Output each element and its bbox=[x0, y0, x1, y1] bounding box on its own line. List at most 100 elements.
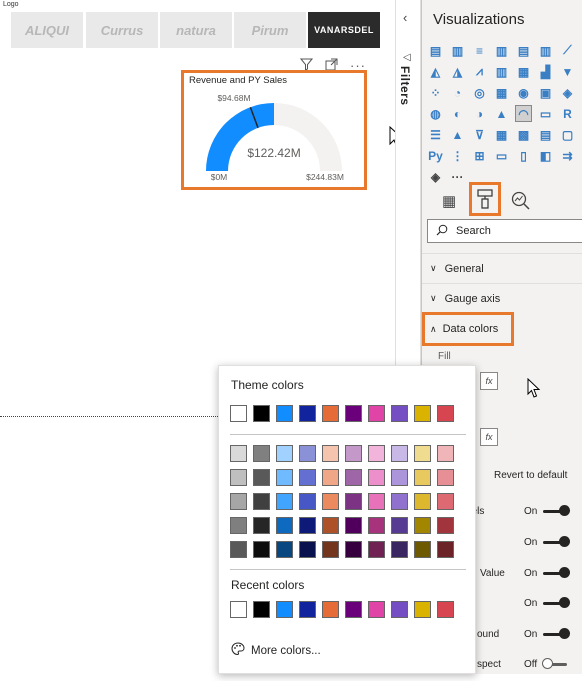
stacked-area-icon[interactable]: ◮ bbox=[449, 63, 466, 80]
theme-color-swatch[interactable] bbox=[253, 405, 270, 422]
shade-color-swatch[interactable] bbox=[276, 517, 293, 534]
multi-row-card-icon[interactable]: ☰ bbox=[427, 126, 444, 143]
shade-color-swatch[interactable] bbox=[414, 517, 431, 534]
recent-color-swatch[interactable] bbox=[276, 601, 293, 618]
toggle-knob[interactable] bbox=[542, 658, 553, 669]
shade-color-swatch[interactable] bbox=[414, 541, 431, 558]
shade-color-swatch[interactable] bbox=[345, 493, 362, 510]
line-clustered-column-icon[interactable]: ▥ bbox=[493, 63, 510, 80]
gauge-icon[interactable]: ◠ bbox=[515, 105, 532, 122]
shade-color-swatch[interactable] bbox=[322, 445, 339, 462]
theme-color-swatch[interactable] bbox=[391, 405, 408, 422]
toggle-knob[interactable] bbox=[559, 597, 570, 608]
shade-color-swatch[interactable] bbox=[391, 517, 408, 534]
filters-label[interactable]: Filters bbox=[398, 66, 412, 106]
shade-color-swatch[interactable] bbox=[253, 445, 270, 462]
shade-color-swatch[interactable] bbox=[230, 517, 247, 534]
fx-button[interactable]: fx bbox=[480, 372, 498, 390]
shade-color-swatch[interactable] bbox=[230, 541, 247, 558]
shade-color-swatch[interactable] bbox=[368, 493, 385, 510]
shade-color-swatch[interactable] bbox=[391, 469, 408, 486]
recent-color-swatch[interactable] bbox=[253, 601, 270, 618]
100-stacked-bar-icon[interactable]: ▤ bbox=[515, 42, 532, 59]
kpi-icon[interactable]: ▲ bbox=[449, 126, 466, 143]
shade-color-swatch[interactable] bbox=[437, 445, 454, 462]
shade-color-swatch[interactable] bbox=[437, 493, 454, 510]
filters-expand-icon[interactable]: ◁ bbox=[403, 52, 411, 63]
filled-map-icon[interactable]: ▣ bbox=[537, 84, 554, 101]
ribbon-chart-icon[interactable]: ▦ bbox=[515, 63, 532, 80]
scatter-chart-icon[interactable]: ⁘ bbox=[427, 84, 444, 101]
100-stacked-column-icon[interactable]: ▥ bbox=[537, 42, 554, 59]
toggle-knob[interactable] bbox=[559, 628, 570, 639]
stacked-bar-icon[interactable]: ▤ bbox=[427, 42, 444, 59]
shade-color-swatch[interactable] bbox=[230, 445, 247, 462]
shade-color-swatch[interactable] bbox=[391, 493, 408, 510]
shade-color-swatch[interactable] bbox=[414, 493, 431, 510]
clustered-column-icon[interactable]: ▥ bbox=[493, 42, 510, 59]
recent-color-swatch[interactable] bbox=[345, 601, 362, 618]
shade-color-swatch[interactable] bbox=[391, 445, 408, 462]
shade-color-swatch[interactable] bbox=[253, 517, 270, 534]
recent-color-swatch[interactable] bbox=[391, 601, 408, 618]
custom-visual-icon[interactable]: ▢ bbox=[559, 126, 576, 143]
funnel-icon[interactable]: ▼ bbox=[559, 63, 576, 80]
shade-color-swatch[interactable] bbox=[276, 493, 293, 510]
more-visuals-icon[interactable]: ··· bbox=[449, 168, 466, 185]
clustered-bar-icon[interactable]: ≡ bbox=[471, 42, 488, 59]
recent-color-swatch[interactable] bbox=[368, 601, 385, 618]
shade-color-swatch[interactable] bbox=[368, 469, 385, 486]
shade-color-swatch[interactable] bbox=[299, 445, 316, 462]
decomposition-tree-icon[interactable]: ⊞ bbox=[471, 147, 488, 164]
theme-color-swatch[interactable] bbox=[345, 405, 362, 422]
bing-map-icon[interactable]: ◑ bbox=[471, 105, 488, 122]
section-data-colors[interactable]: ∧ Data colors bbox=[422, 312, 514, 346]
shade-color-swatch[interactable] bbox=[368, 445, 385, 462]
format-tab-icon[interactable] bbox=[469, 182, 501, 216]
key-influencers-icon[interactable]: ⋮ bbox=[449, 147, 466, 164]
shade-color-swatch[interactable] bbox=[299, 493, 316, 510]
theme-color-swatch[interactable] bbox=[368, 405, 385, 422]
search-input[interactable]: Search bbox=[427, 219, 582, 243]
logo-aliqui[interactable]: ALIQUI bbox=[11, 12, 83, 48]
recent-color-swatch[interactable] bbox=[299, 601, 316, 618]
shade-color-swatch[interactable] bbox=[276, 445, 293, 462]
shape-map-icon[interactable]: ◈ bbox=[559, 84, 576, 101]
logo-vanarsdel[interactable]: VANARSDEL bbox=[308, 12, 380, 48]
shade-color-swatch[interactable] bbox=[276, 541, 293, 558]
shade-color-swatch[interactable] bbox=[322, 541, 339, 558]
python-visual-icon[interactable]: Py bbox=[427, 147, 444, 164]
toggle-knob[interactable] bbox=[559, 567, 570, 578]
r-visual-icon[interactable]: R bbox=[559, 105, 576, 122]
arcgis-map-icon[interactable]: ◐ bbox=[449, 105, 466, 122]
card-icon[interactable]: ▭ bbox=[537, 105, 554, 122]
table-icon[interactable]: ▦ bbox=[493, 126, 510, 143]
shade-color-swatch[interactable] bbox=[299, 469, 316, 486]
pie-chart-icon[interactable]: ◔ bbox=[449, 84, 466, 101]
theme-color-swatch[interactable] bbox=[414, 405, 431, 422]
shade-color-swatch[interactable] bbox=[299, 517, 316, 534]
theme-color-swatch[interactable] bbox=[299, 405, 316, 422]
treemap-icon[interactable]: ▦ bbox=[493, 84, 510, 101]
map-icon[interactable]: ◉ bbox=[515, 84, 532, 101]
qa-icon[interactable]: ▭ bbox=[493, 147, 510, 164]
area-chart-icon[interactable]: ◭ bbox=[427, 63, 444, 80]
shade-color-swatch[interactable] bbox=[230, 493, 247, 510]
shade-color-swatch[interactable] bbox=[368, 517, 385, 534]
matrix-icon[interactable]: ▩ bbox=[515, 126, 532, 143]
fields-tab-icon[interactable]: ▦ bbox=[442, 192, 456, 210]
line-stacked-column-icon[interactable]: ⩘ bbox=[471, 63, 488, 80]
shade-color-swatch[interactable] bbox=[391, 541, 408, 558]
shade-color-swatch[interactable] bbox=[253, 493, 270, 510]
shade-color-swatch[interactable] bbox=[345, 445, 362, 462]
shade-color-swatch[interactable] bbox=[437, 469, 454, 486]
theme-color-swatch[interactable] bbox=[322, 405, 339, 422]
collapse-filters-icon[interactable]: ‹ bbox=[403, 10, 407, 25]
more-colors-button[interactable]: More colors... bbox=[231, 642, 321, 659]
stacked-column-icon[interactable]: ▥ bbox=[449, 42, 466, 59]
power-automate-icon[interactable]: ⇉ bbox=[559, 147, 576, 164]
recent-color-swatch[interactable] bbox=[437, 601, 454, 618]
shade-color-swatch[interactable] bbox=[299, 541, 316, 558]
section-gauge-axis[interactable]: ∨ Gauge axis bbox=[422, 283, 582, 313]
logo-natura[interactable]: natura bbox=[160, 12, 232, 48]
